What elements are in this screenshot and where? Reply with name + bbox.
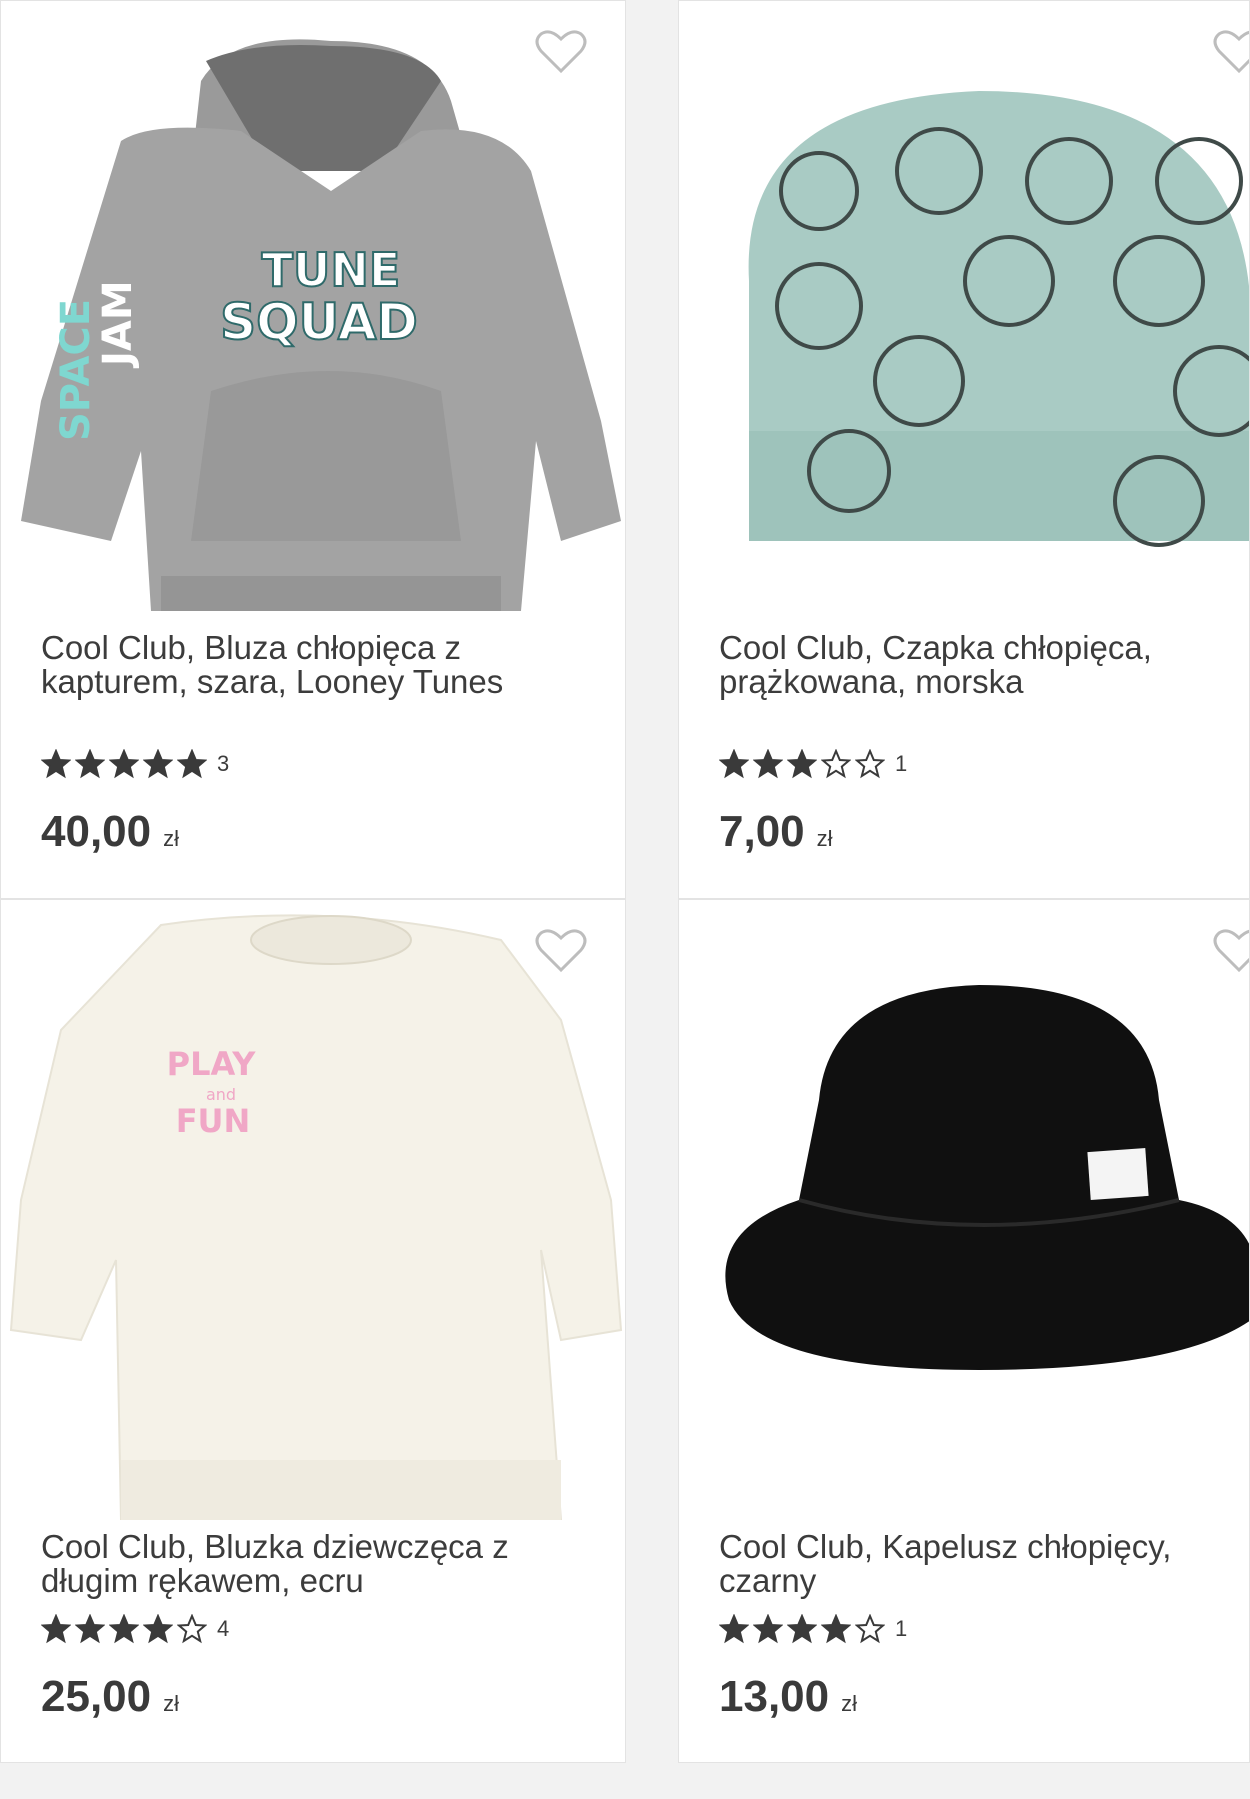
rating-count: 1: [895, 1616, 908, 1641]
star-filled-icon: [41, 749, 71, 779]
product-price: 25,00 zł: [41, 1672, 179, 1722]
star-filled-icon: [143, 749, 173, 779]
favorite-heart-icon[interactable]: [535, 29, 587, 75]
product-rating: 3: [41, 749, 229, 779]
star-empty-icon: [821, 749, 851, 779]
star-filled-icon: [75, 1614, 105, 1644]
product-rating: 4: [41, 1614, 229, 1644]
product-card[interactable]: TUNE SQUAD SPACE JAM Cool Club, Bluza ch…: [0, 0, 626, 899]
price-currency: zł: [816, 826, 833, 851]
product-card[interactable]: PLAY and FUN Cool Club, Bluzka dziewczęc…: [0, 899, 626, 1763]
image-print-text: PLAY: [167, 1045, 257, 1083]
rating-stars: [41, 1614, 211, 1644]
star-filled-icon: [719, 1614, 749, 1644]
star-filled-icon: [821, 1614, 851, 1644]
product-image[interactable]: [679, 21, 1249, 611]
product-image[interactable]: PLAY and FUN: [1, 900, 625, 1521]
product-title[interactable]: Cool Club, Bluzka dziewczęca z długim rę…: [41, 1530, 595, 1598]
price-value: 40,00: [41, 807, 152, 856]
product-image[interactable]: [679, 900, 1249, 1520]
favorite-heart-icon[interactable]: [535, 928, 587, 974]
price-currency: zł: [163, 826, 179, 851]
star-empty-icon: [855, 1614, 885, 1644]
product-price: 13,00 zł: [719, 1672, 857, 1722]
price-currency: zł: [163, 1691, 179, 1716]
star-filled-icon: [109, 1614, 139, 1644]
star-filled-icon: [75, 749, 105, 779]
image-print-text: FUN: [176, 1102, 251, 1140]
star-filled-icon: [109, 749, 139, 779]
image-sleeve-text: JAM: [95, 280, 141, 369]
rating-stars: [41, 749, 211, 779]
star-filled-icon: [787, 749, 817, 779]
star-filled-icon: [41, 1614, 71, 1644]
product-title[interactable]: Cool Club, Kapelusz chłopięcy, czarny: [719, 1530, 1219, 1598]
product-title[interactable]: Cool Club, Czapka chłopięca, prążkowana,…: [719, 631, 1219, 699]
star-empty-icon: [855, 749, 885, 779]
image-logo-text: TUNE: [262, 243, 401, 297]
star-filled-icon: [753, 1614, 783, 1644]
product-price: 40,00 zł: [41, 807, 179, 857]
star-filled-icon: [143, 1614, 173, 1644]
image-sleeve-text: SPACE: [53, 299, 99, 441]
price-value: 13,00: [719, 1672, 830, 1721]
star-filled-icon: [177, 749, 207, 779]
image-logo-text: SQUAD: [220, 293, 418, 351]
star-filled-icon: [753, 749, 783, 779]
favorite-heart-icon[interactable]: [1213, 29, 1249, 75]
rating-stars: [719, 749, 889, 779]
rating-count: 3: [217, 751, 230, 776]
favorite-heart-icon[interactable]: [1213, 928, 1249, 974]
product-card[interactable]: Cool Club, Kapelusz chłopięcy, czarny 1 …: [678, 899, 1250, 1763]
product-card[interactable]: Cool Club, Czapka chłopięca, prążkowana,…: [678, 0, 1250, 899]
product-title[interactable]: Cool Club, Bluza chłopięca z kapturem, s…: [41, 631, 595, 699]
rating-stars: [719, 1614, 889, 1644]
product-rating: 1: [719, 1614, 907, 1644]
price-value: 25,00: [41, 1672, 152, 1721]
product-rating: 1: [719, 749, 907, 779]
star-empty-icon: [177, 1614, 207, 1644]
star-filled-icon: [787, 1614, 817, 1644]
star-filled-icon: [719, 749, 749, 779]
rating-count: 4: [217, 1616, 230, 1641]
product-price: 7,00 zł: [719, 807, 833, 857]
price-value: 7,00: [719, 807, 805, 856]
rating-count: 1: [895, 751, 908, 776]
product-image[interactable]: TUNE SQUAD SPACE JAM: [1, 21, 625, 612]
price-currency: zł: [841, 1691, 857, 1716]
